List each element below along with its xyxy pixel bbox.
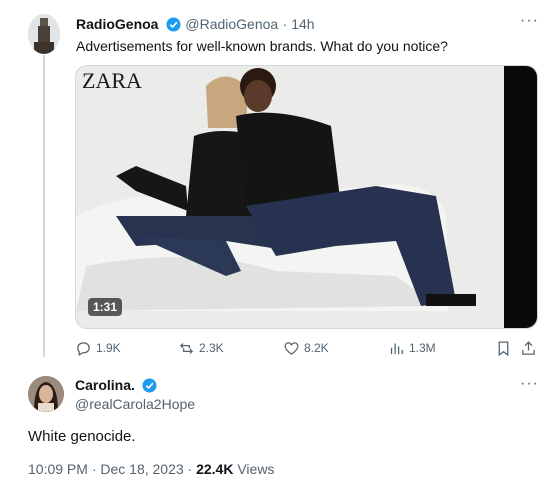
reply-icon [77, 341, 90, 356]
tweet1-text: Advertisements for well-known brands. Wh… [76, 38, 448, 54]
heart-icon [284, 341, 299, 355]
like-button[interactable]: 8.2K [283, 339, 329, 357]
reply-button[interactable]: 1.9K [75, 339, 121, 357]
tweet2-text: White genocide. [28, 428, 136, 445]
repost-icon [179, 342, 194, 354]
thread-line [43, 55, 45, 357]
more-options-icon[interactable]: ··· [520, 13, 539, 29]
tweet2-views-label: Views [233, 461, 275, 477]
reply-count: 1.9K [96, 341, 121, 355]
verified-badge-icon [142, 378, 157, 393]
repost-button[interactable]: 2.3K [178, 339, 224, 357]
tweet1-handle[interactable]: @RadioGenoa [185, 16, 278, 32]
share-button[interactable] [520, 339, 541, 357]
tweet2-display-name[interactable]: Carolina. [75, 377, 135, 393]
svg-text:ZARA: ZARA [82, 68, 142, 93]
views-button[interactable]: 1.3M [388, 339, 436, 357]
share-icon [522, 340, 535, 355]
tweet2-views-count: 22.4K [196, 461, 234, 477]
tweet2-handle[interactable]: @realCarola2Hope [75, 396, 195, 412]
views-count: 1.3M [409, 341, 436, 355]
avatar-radiogenoa[interactable] [28, 14, 60, 54]
verified-badge-icon [166, 17, 181, 32]
tweet2-meta: 10:09 PM · Dec 18, 2023 · 22.4K Views [28, 461, 274, 477]
bar-chart-icon [390, 343, 403, 354]
like-count: 8.2K [304, 341, 329, 355]
bookmark-button[interactable] [495, 339, 516, 357]
repost-count: 2.3K [199, 341, 224, 355]
more-options-icon[interactable]: ··· [520, 376, 539, 392]
video-frame: ZARA [76, 66, 537, 328]
tweet1-video[interactable]: ZARA 1:31 [75, 65, 538, 329]
video-duration-badge: 1:31 [88, 298, 123, 316]
bookmark-icon [498, 340, 509, 356]
avatar-carolina[interactable] [28, 376, 64, 412]
tweet1-display-name[interactable]: RadioGenoa [76, 16, 158, 32]
tweet2-header: Carolina. [75, 377, 157, 395]
tweet1-header: RadioGenoa @RadioGenoa · 14h [76, 16, 315, 34]
tweet1-time[interactable]: · 14h [283, 16, 315, 32]
tweet2-timestamp[interactable]: 10:09 PM · Dec 18, 2023 · [28, 461, 196, 477]
